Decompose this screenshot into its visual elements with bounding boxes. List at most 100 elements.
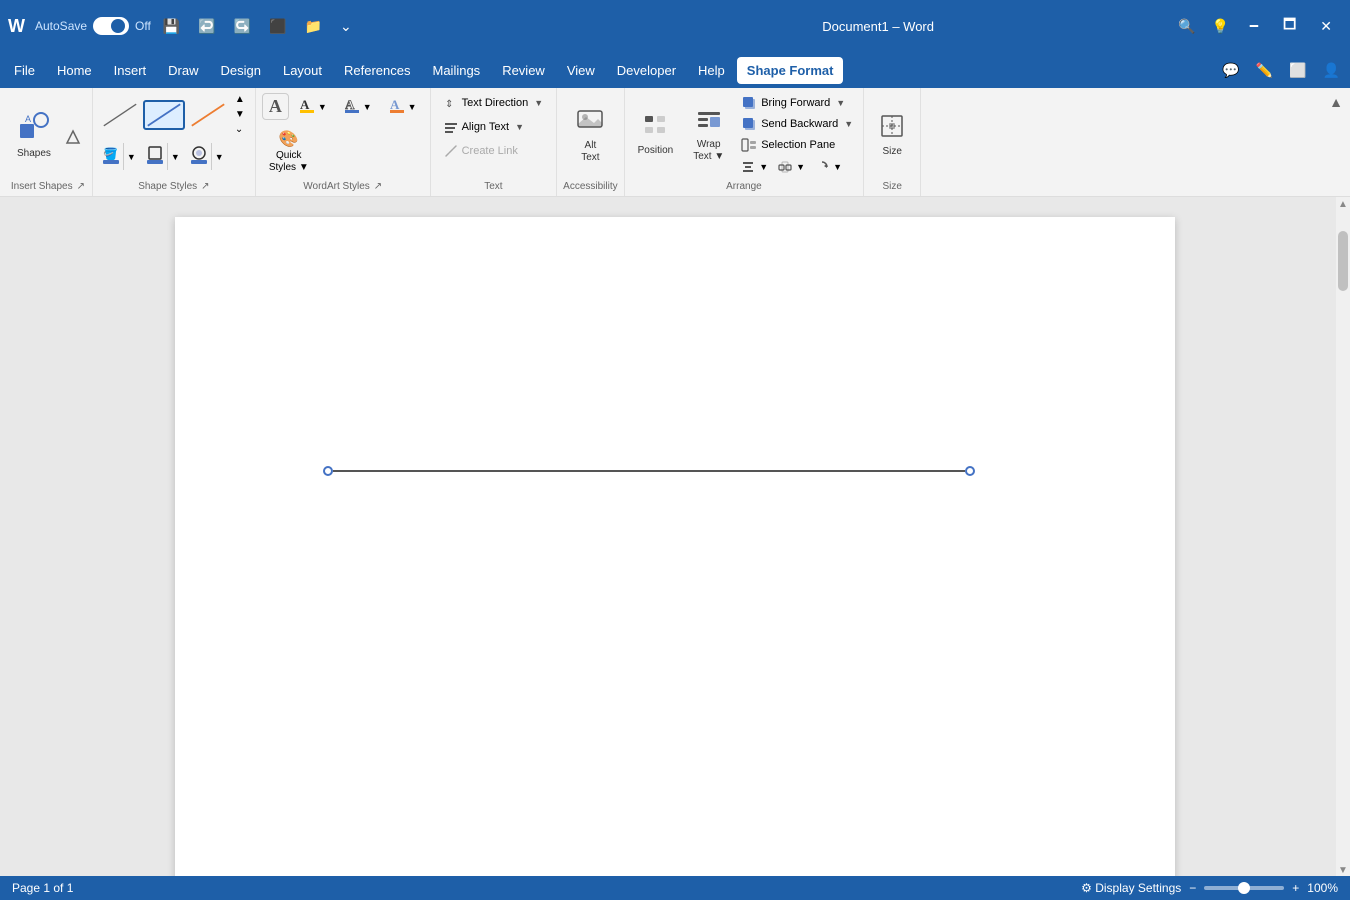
wordart-style-btn[interactable]: A bbox=[262, 93, 289, 120]
word-logo: W bbox=[8, 16, 25, 37]
profile-button[interactable]: 👤 bbox=[1317, 58, 1346, 83]
more-commands-button[interactable]: ⌄ bbox=[334, 14, 358, 39]
menu-design[interactable]: Design bbox=[211, 57, 271, 84]
vertical-scrollbar[interactable]: ▲ ▼ bbox=[1336, 197, 1350, 877]
shape-outline-button[interactable]: ▼ bbox=[143, 143, 183, 170]
wordart-styles-expand-icon[interactable]: ↗ bbox=[374, 181, 382, 192]
document-page bbox=[175, 217, 1175, 877]
wordart-styles-group: A A ▼ A bbox=[256, 88, 431, 196]
gallery-scroll-down[interactable]: ▼ bbox=[231, 107, 249, 122]
align-text-label: Align Text bbox=[462, 121, 510, 133]
svg-text:🪣: 🪣 bbox=[103, 147, 118, 161]
size-button[interactable]: Size bbox=[870, 107, 914, 163]
shape-edit-button[interactable] bbox=[60, 126, 86, 148]
line-handle-left[interactable] bbox=[323, 466, 333, 476]
line-handle-right[interactable] bbox=[965, 466, 975, 476]
ideas-button[interactable]: 💡 bbox=[1206, 14, 1235, 39]
menu-developer[interactable]: Developer bbox=[607, 57, 686, 84]
zoom-slider[interactable] bbox=[1204, 886, 1284, 890]
menu-view[interactable]: View bbox=[557, 57, 605, 84]
ribbon-collapse-button[interactable]: ▲ bbox=[1326, 92, 1346, 112]
line-body bbox=[333, 470, 965, 472]
wordart-text-effects-button[interactable]: A ▼ bbox=[383, 92, 424, 121]
scroll-down-button[interactable]: ▼ bbox=[1336, 863, 1350, 877]
shape-effects-button[interactable]: ▼ bbox=[187, 143, 227, 170]
menu-review[interactable]: Review bbox=[492, 57, 555, 84]
position-button[interactable]: Position bbox=[631, 108, 681, 162]
status-bar: Page 1 of 1 ⚙ Display Settings − + 100% bbox=[0, 876, 1350, 900]
quick-styles-button[interactable]: 🎨 Quick Styles ▼ bbox=[262, 125, 316, 177]
menu-help[interactable]: Help bbox=[688, 57, 735, 84]
text-group-content: ⇕ Text Direction ▼ Align Text ▼ bbox=[437, 92, 551, 177]
text-direction-button[interactable]: ⇕ Text Direction ▼ bbox=[437, 92, 551, 114]
alt-text-label: AltText bbox=[581, 140, 599, 164]
send-backward-label: Send Backward bbox=[761, 118, 838, 130]
menu-layout[interactable]: Layout bbox=[273, 57, 332, 84]
bring-forward-arrow: ▼ bbox=[836, 98, 845, 108]
gallery-scroll-up[interactable]: ▲ bbox=[231, 92, 249, 107]
comment-button[interactable]: 💬 bbox=[1216, 58, 1245, 83]
title-bar-left: W AutoSave Off 💾 ↩️ ↪️ ⬛ 📁 ⌄ bbox=[8, 14, 584, 39]
shape-style-1[interactable] bbox=[99, 100, 141, 130]
toggle-state-label: Off bbox=[135, 19, 151, 33]
minimize-button[interactable]: 🗕 bbox=[1239, 10, 1269, 42]
align-button[interactable]: ▼ bbox=[737, 158, 772, 176]
menu-file[interactable]: File bbox=[4, 57, 45, 84]
line-shape[interactable] bbox=[323, 465, 975, 477]
zoom-out-button[interactable]: − bbox=[1189, 881, 1196, 895]
svg-text:A: A bbox=[300, 97, 310, 112]
menu-insert[interactable]: Insert bbox=[104, 57, 157, 84]
status-bar-right: ⚙ Display Settings − + 100% bbox=[1081, 881, 1338, 895]
search-button[interactable]: 🔍 bbox=[1172, 14, 1201, 39]
shape-styles-label: Shape Styles ↗ bbox=[99, 177, 249, 192]
shape-style-3[interactable] bbox=[187, 100, 229, 130]
bring-forward-button[interactable]: Bring Forward ▼ bbox=[737, 93, 857, 113]
shapes-button[interactable]: A Shapes bbox=[10, 105, 58, 165]
rotate-button[interactable]: ▼ bbox=[811, 158, 846, 176]
save-button[interactable]: 💾 bbox=[157, 14, 186, 39]
svg-text:A: A bbox=[25, 114, 31, 124]
menu-shape-format[interactable]: Shape Format bbox=[737, 57, 844, 84]
autosave-toggle[interactable] bbox=[93, 17, 129, 35]
rotate-icon bbox=[815, 160, 829, 174]
close-button[interactable]: ✕ bbox=[1310, 14, 1342, 39]
present-button[interactable]: ⬜ bbox=[1283, 58, 1312, 83]
wordart-text-fill-button[interactable]: A ▼ bbox=[293, 92, 334, 121]
menu-bar: File Home Insert Draw Design Layout Refe… bbox=[0, 52, 1350, 88]
scroll-up-button[interactable]: ▲ bbox=[1336, 197, 1350, 211]
menu-draw[interactable]: Draw bbox=[158, 57, 208, 84]
alt-text-button[interactable]: AltText bbox=[568, 101, 612, 169]
position-label: Position bbox=[638, 145, 674, 157]
bring-forward-label: Bring Forward bbox=[761, 97, 830, 109]
wrap-text-button[interactable]: WrapText ▼ bbox=[686, 102, 731, 168]
ribbon: A Shapes Insert Shapes ↗ bbox=[0, 88, 1350, 197]
gallery-more[interactable]: ⌄ bbox=[231, 122, 249, 137]
page-info: Page 1 of 1 bbox=[12, 881, 73, 895]
insert-shapes-expand-icon[interactable]: ↗ bbox=[77, 181, 85, 192]
selection-pane-button[interactable]: Selection Pane bbox=[737, 135, 857, 155]
display-settings-button[interactable]: ⚙ Display Settings bbox=[1081, 881, 1181, 895]
shape-style-2[interactable] bbox=[143, 100, 185, 130]
group-button[interactable]: ▼ bbox=[774, 158, 809, 176]
autosave-label: AutoSave bbox=[35, 19, 87, 33]
shape-fill-button[interactable]: 🪣 ▼ bbox=[99, 143, 139, 170]
undo-button[interactable]: ↩️ bbox=[192, 14, 221, 39]
table-insert-button[interactable]: ⬛ bbox=[263, 14, 292, 39]
menu-mailings[interactable]: Mailings bbox=[423, 57, 491, 84]
wordart-text-outline-button[interactable]: A ▼ bbox=[338, 92, 379, 121]
zoom-in-button[interactable]: + bbox=[1292, 881, 1299, 895]
create-link-button[interactable]: Create Link bbox=[437, 140, 525, 162]
text-direction-arrow: ▼ bbox=[534, 98, 543, 108]
redo-button[interactable]: ↪️ bbox=[228, 14, 257, 39]
wordart-styles-label: WordArt Styles ↗ bbox=[262, 177, 424, 192]
menu-references[interactable]: References bbox=[334, 57, 420, 84]
edit-button[interactable]: ✏️ bbox=[1250, 58, 1279, 83]
send-backward-arrow: ▼ bbox=[844, 119, 853, 129]
align-text-button[interactable]: Align Text ▼ bbox=[437, 116, 531, 138]
customize-toolbar-button[interactable]: 📁 bbox=[299, 14, 328, 39]
maximize-button[interactable]: 🗖 bbox=[1273, 10, 1306, 42]
send-backward-button[interactable]: Send Backward ▼ bbox=[737, 114, 857, 134]
menu-home[interactable]: Home bbox=[47, 57, 102, 84]
shape-styles-expand-icon[interactable]: ↗ bbox=[201, 181, 209, 192]
scroll-thumb[interactable] bbox=[1338, 231, 1348, 291]
